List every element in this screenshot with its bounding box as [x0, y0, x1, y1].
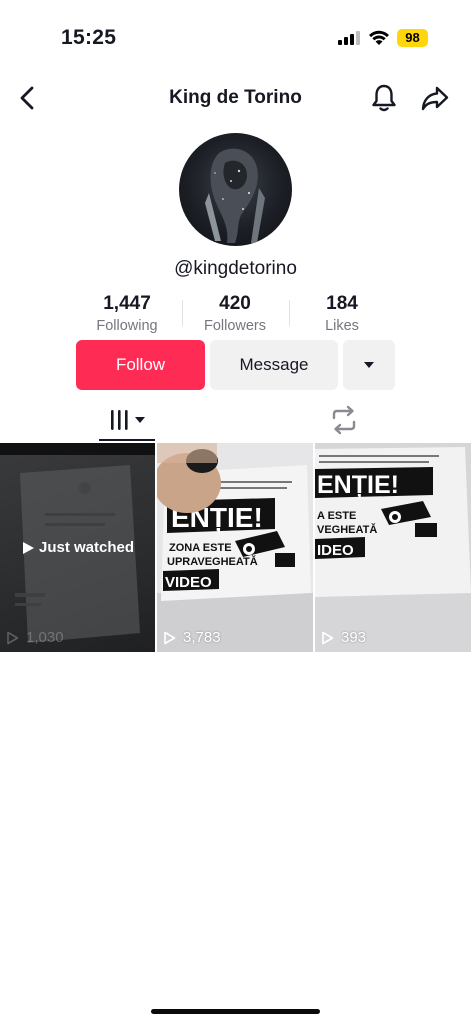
profile-header: King de Torino — [0, 70, 471, 126]
profile-stats: 1,447 Following 420 Followers 184 Likes — [0, 292, 471, 337]
stat-value: 1,447 — [103, 293, 151, 314]
content-tabs — [0, 397, 471, 443]
svg-text:ENȚIE!: ENȚIE! — [317, 471, 399, 499]
view-count-value: 1,030 — [26, 629, 64, 646]
play-icon — [22, 541, 34, 554]
video-grid: Just watched 1,030 ENȚIE! ZONA ESTE UPRA… — [0, 443, 471, 652]
just-watched-badge: Just watched — [0, 539, 155, 556]
svg-text:VEGHEATĂ: VEGHEATĂ — [317, 523, 377, 536]
page-title: King de Torino — [169, 87, 302, 108]
svg-text:IDEO: IDEO — [317, 542, 354, 559]
wifi-icon — [369, 30, 389, 45]
dropdown-caret-icon — [364, 362, 374, 368]
stat-label: Following — [96, 318, 158, 334]
view-count-value: 393 — [341, 629, 367, 646]
play-icon — [322, 631, 334, 644]
svg-text:ZONA ESTE: ZONA ESTE — [169, 542, 232, 554]
view-count: 1,030 — [6, 629, 64, 646]
repost-icon[interactable] — [329, 405, 359, 435]
stat-likes[interactable]: 184 Likes — [287, 292, 397, 334]
video-tile[interactable]: ENȚIE! A ESTE VEGHEATĂ IDEO 393 — [315, 443, 471, 652]
svg-text:VIDEO: VIDEO — [165, 574, 212, 591]
video-thumbnail: ENȚIE! A ESTE VEGHEATĂ IDEO — [315, 443, 471, 652]
signal-icon — [338, 31, 360, 45]
video-tile[interactable]: ENȚIE! ZONA ESTE UPRAVEGHEATĂ VIDEO 3,78… — [157, 443, 313, 652]
grid-videos-icon — [111, 410, 145, 430]
stat-following[interactable]: 1,447 Following — [72, 292, 182, 334]
status-bar: 15:25 98 — [0, 0, 471, 70]
tab-active-indicator — [99, 439, 155, 441]
view-count-value: 3,783 — [183, 629, 221, 646]
stat-value: 184 — [326, 293, 358, 314]
video-thumbnail: ENȚIE! ZONA ESTE UPRAVEGHEATĂ VIDEO — [157, 443, 313, 652]
just-watched-label: Just watched — [38, 539, 135, 556]
home-indicator[interactable] — [151, 1009, 320, 1014]
message-button[interactable]: Message — [210, 340, 338, 390]
stat-followers[interactable]: 420 Followers — [180, 292, 290, 334]
view-count: 393 — [321, 629, 366, 646]
view-count: 3,783 — [163, 629, 221, 646]
more-options-button[interactable] — [343, 340, 395, 390]
profile-actions: Follow Message — [0, 340, 471, 390]
share-icon[interactable] — [420, 84, 450, 112]
avatar[interactable] — [179, 133, 292, 246]
username: @kingdetorino — [174, 258, 297, 279]
stat-value: 420 — [219, 293, 251, 314]
play-icon — [7, 631, 19, 644]
tab-videos[interactable] — [99, 397, 155, 443]
avatar-image — [205, 148, 265, 243]
play-icon — [164, 631, 176, 644]
battery-indicator: 98 — [397, 29, 428, 47]
stat-label: Likes — [325, 318, 359, 334]
follow-button[interactable]: Follow — [76, 340, 205, 390]
svg-text:UPRAVEGHEATĂ: UPRAVEGHEATĂ — [167, 555, 258, 568]
bell-icon[interactable] — [370, 83, 398, 113]
stat-label: Followers — [203, 318, 267, 334]
video-tile[interactable]: Just watched 1,030 — [0, 443, 155, 652]
status-time: 15:25 — [61, 26, 117, 49]
svg-text:A ESTE: A ESTE — [317, 510, 356, 522]
